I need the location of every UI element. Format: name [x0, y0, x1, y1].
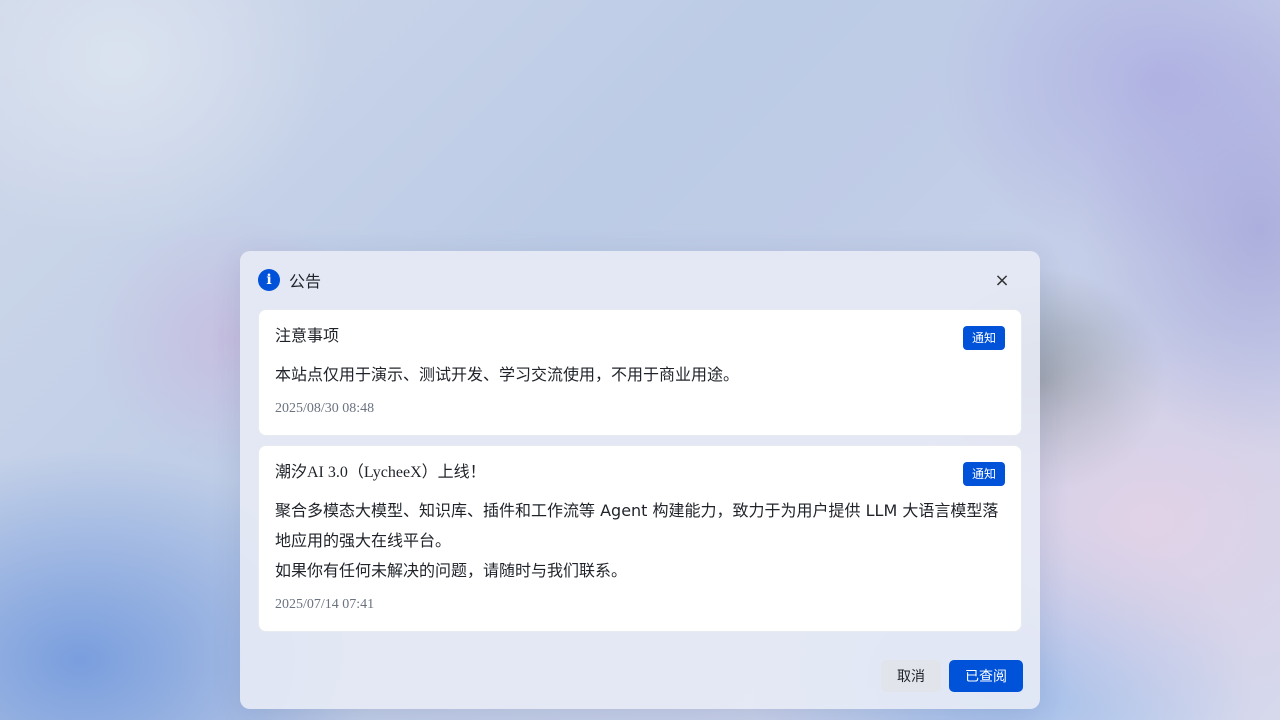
info-icon: i	[258, 269, 280, 291]
dialog-footer: 取消 已查阅	[881, 660, 1023, 692]
announcement-date: 2025/07/14 07:41	[275, 597, 375, 612]
announcement-list: 注意事项 通知 本站点仅用于演示、测试开发、学习交流使用，不用于商业用途。 20…	[258, 309, 1022, 632]
cancel-button[interactable]: 取消	[881, 660, 941, 692]
notice-badge: 通知	[962, 326, 1005, 350]
announcement-body: 聚合多模态大模型、知识库、插件和工作流等 Agent 构建能力，致力于为用户提供…	[275, 496, 1005, 586]
announcement-body: 本站点仅用于演示、测试开发、学习交流使用，不用于商业用途。	[275, 360, 1005, 390]
mark-read-button[interactable]: 已查阅	[949, 660, 1023, 692]
announcement-paragraph: 本站点仅用于演示、测试开发、学习交流使用，不用于商业用途。	[275, 365, 740, 384]
close-icon[interactable]: ×	[992, 270, 1012, 291]
dialog-header: i 公告 ×	[258, 268, 1022, 292]
notice-badge: 通知	[962, 462, 1005, 486]
announcement-paragraph: 聚合多模态大模型、知识库、插件和工作流等 Agent 构建能力，致力于为用户提供…	[275, 501, 999, 550]
dialog-title: 公告	[289, 272, 322, 291]
announcement-date: 2025/08/30 08:48	[275, 401, 375, 416]
announcement-title: 注意事项	[275, 328, 340, 345]
announcement-card: 潮汐AI 3.0（LycheeX）上线！ 通知 聚合多模态大模型、知识库、插件和…	[258, 445, 1022, 632]
announcement-title: 潮汐AI 3.0（LycheeX）上线！	[275, 464, 486, 481]
announcement-paragraph: 如果你有任何未解决的问题，请随时与我们联系。	[275, 561, 628, 580]
announcement-dialog: i 公告 × 注意事项 通知 本站点仅用于演示、测试开发、学习交流使用，不用于商…	[240, 251, 1040, 709]
announcement-card: 注意事项 通知 本站点仅用于演示、测试开发、学习交流使用，不用于商业用途。 20…	[258, 309, 1022, 436]
